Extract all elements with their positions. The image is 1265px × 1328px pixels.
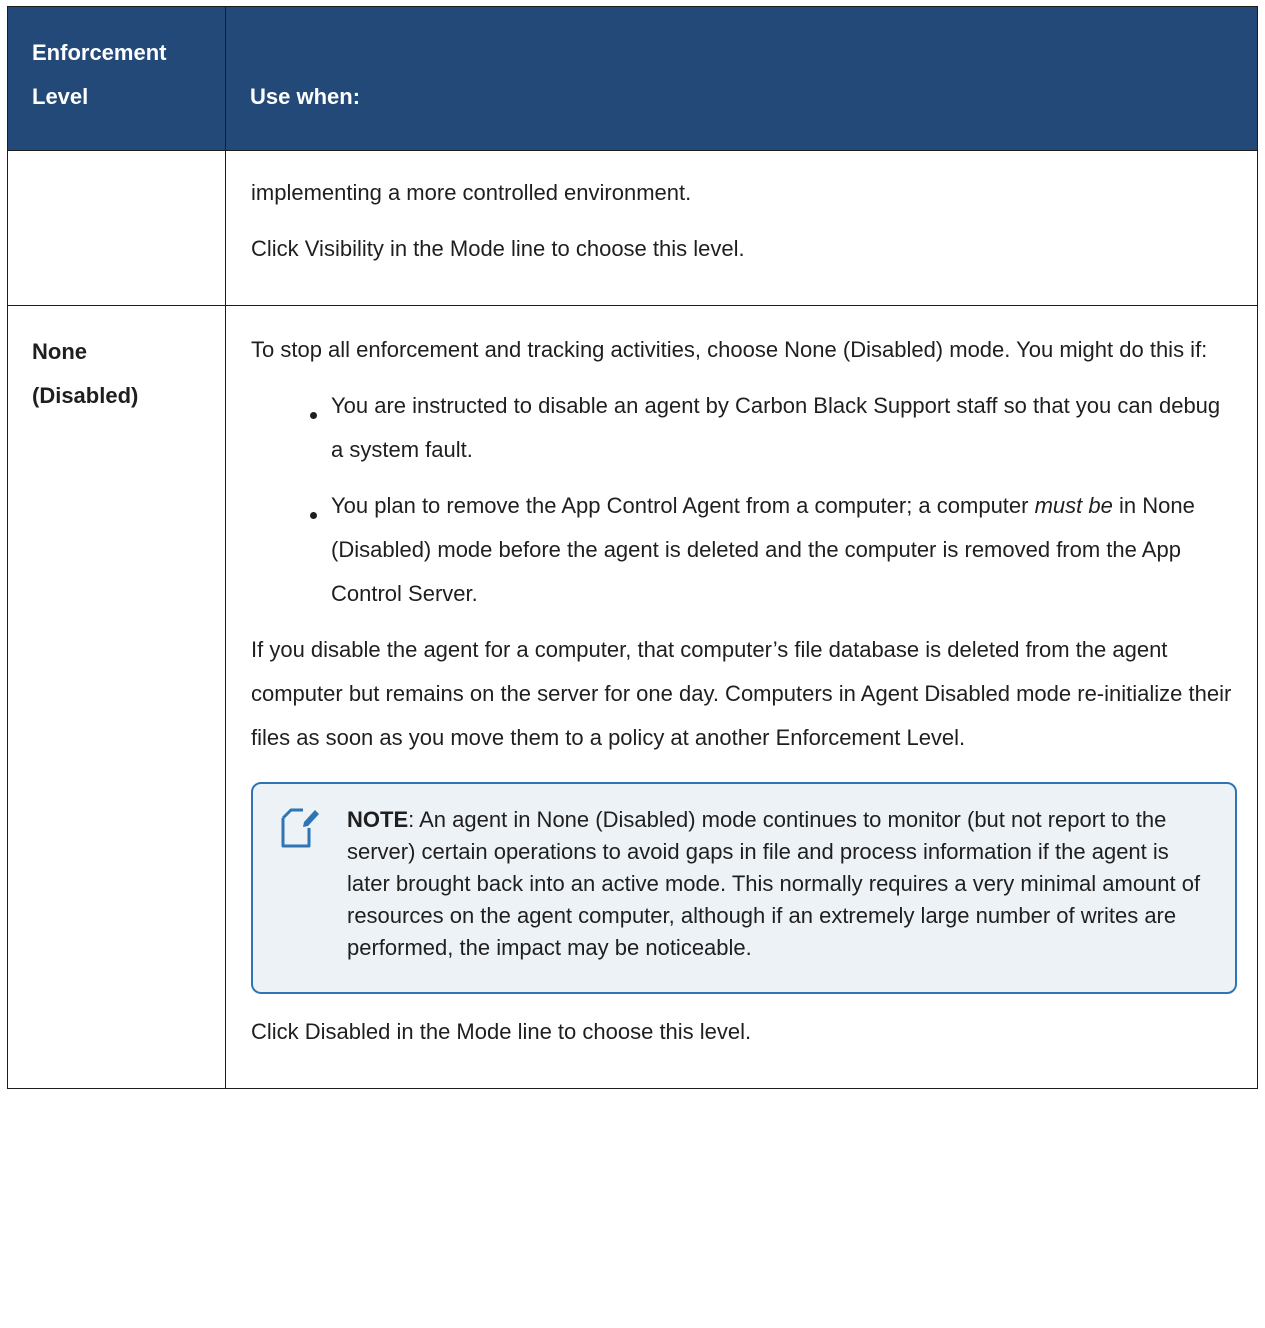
level-line1: None <box>32 339 87 364</box>
header-use-when: Use when: <box>225 6 1258 151</box>
level-line2: (Disabled) <box>32 383 139 408</box>
header-enforcement-level: Enforcement Level <box>7 6 226 151</box>
paragraph: implementing a more controlled environme… <box>251 180 692 205</box>
header-row: Enforcement Level Use when: <box>7 6 1258 151</box>
bullet-text: You are instructed to disable an agent b… <box>331 393 1221 462</box>
note-callout: NOTE: An agent in None (Disabled) mode c… <box>251 782 1237 994</box>
table-row: implementing a more controlled environme… <box>7 150 1258 306</box>
list-item: You are instructed to disable an agent b… <box>307 384 1237 472</box>
description-cell: implementing a more controlled environme… <box>225 150 1258 306</box>
note-icon <box>277 804 347 848</box>
paragraph: If you disable the agent for a computer,… <box>251 637 1232 750</box>
bullet-icon <box>310 512 317 519</box>
list-item: You plan to remove the App Control Agent… <box>307 484 1237 616</box>
note-body: : An agent in None (Disabled) mode conti… <box>347 807 1201 960</box>
note-text: NOTE: An agent in None (Disabled) mode c… <box>347 804 1205 964</box>
paragraph: Click Disabled in the Mode line to choos… <box>251 1019 752 1044</box>
paragraph: Click Visibility in the Mode line to cho… <box>251 236 745 261</box>
bullet-text-pre: You plan to remove the App Control Agent… <box>331 493 1035 518</box>
note-label: NOTE <box>347 807 409 832</box>
level-cell: None (Disabled) <box>7 305 226 1089</box>
level-cell <box>7 150 226 306</box>
bullet-icon <box>310 412 317 419</box>
header-col1-line2: Level <box>32 84 89 109</box>
intro-paragraph: To stop all enforcement and tracking act… <box>251 337 1208 362</box>
bullet-list: You are instructed to disable an agent b… <box>251 384 1237 616</box>
table-row: None (Disabled) To stop all enforcement … <box>7 305 1258 1089</box>
table-header: Enforcement Level Use when: <box>7 6 1258 151</box>
bullet-text-emphasis: must be <box>1034 493 1113 518</box>
header-col1-line1: Enforcement <box>32 40 167 65</box>
enforcement-level-table: Enforcement Level Use when: implementing… <box>7 6 1258 1089</box>
description-cell: To stop all enforcement and tracking act… <box>225 305 1258 1089</box>
